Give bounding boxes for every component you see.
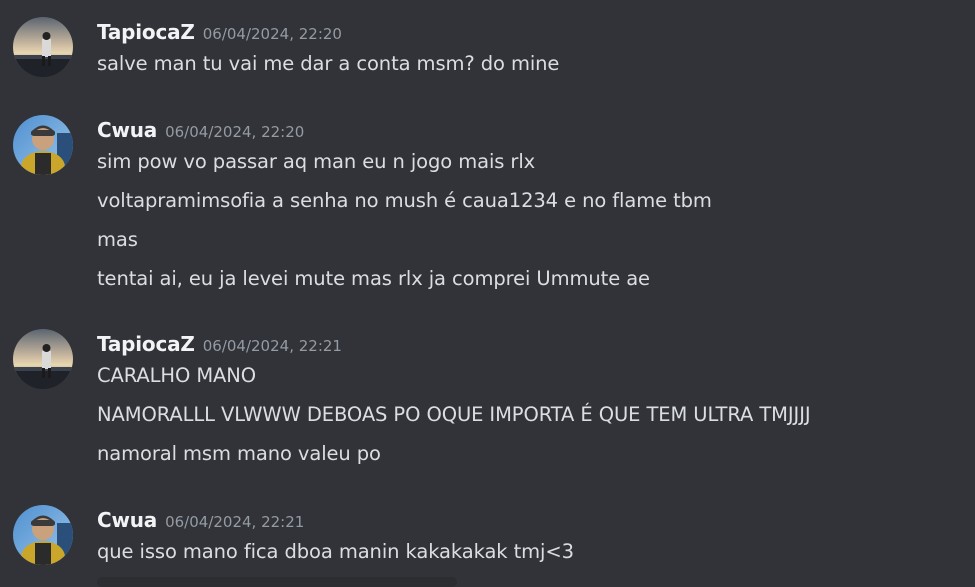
message-text: mas: [97, 228, 138, 251]
username[interactable]: TapiocaZ: [97, 20, 195, 44]
message-header: Cwua 06/04/2024, 22:20: [97, 118, 304, 142]
message-header: TapiocaZ 06/04/2024, 22:21: [97, 332, 342, 356]
avatar[interactable]: [13, 329, 73, 389]
timestamp[interactable]: 06/04/2024, 22:20: [165, 123, 304, 141]
message-text: tentai ai, eu ja levei mute mas rlx ja c…: [97, 267, 650, 290]
message-header: TapiocaZ 06/04/2024, 22:20: [97, 20, 342, 44]
username[interactable]: Cwua: [97, 508, 157, 532]
message-text: que isso mano fica dboa manin kakakakak …: [97, 540, 574, 563]
embed-preview-edge: [97, 577, 457, 587]
username[interactable]: TapiocaZ: [97, 332, 195, 356]
avatar-tapiocaz-icon: [13, 329, 73, 389]
avatar-cwua-icon: [13, 115, 73, 175]
avatar-cwua-icon: [13, 505, 73, 565]
message-text: namoral msm mano valeu po: [97, 442, 381, 465]
timestamp[interactable]: 06/04/2024, 22:21: [165, 513, 304, 531]
username[interactable]: Cwua: [97, 118, 157, 142]
avatar-tapiocaz-icon: [13, 17, 73, 77]
message-text: salve man tu vai me dar a conta msm? do …: [97, 52, 560, 75]
avatar[interactable]: [13, 505, 73, 565]
message-text: NAMORALLL VLWWW DEBOAS PO OQUE IMPORTA É…: [97, 403, 811, 426]
message-text: voltapramimsofia a senha no mush é caua1…: [97, 189, 712, 212]
message-text: sim pow vo passar aq man eu n jogo mais …: [97, 150, 536, 173]
avatar[interactable]: [13, 17, 73, 77]
avatar[interactable]: [13, 115, 73, 175]
chat-messages: TapiocaZ 06/04/2024, 22:20 salve man tu v…: [0, 0, 975, 587]
timestamp[interactable]: 06/04/2024, 22:20: [203, 25, 342, 43]
message-header: Cwua 06/04/2024, 22:21: [97, 508, 304, 532]
timestamp[interactable]: 06/04/2024, 22:21: [203, 337, 342, 355]
message-text: CARALHO MANO: [97, 364, 257, 387]
